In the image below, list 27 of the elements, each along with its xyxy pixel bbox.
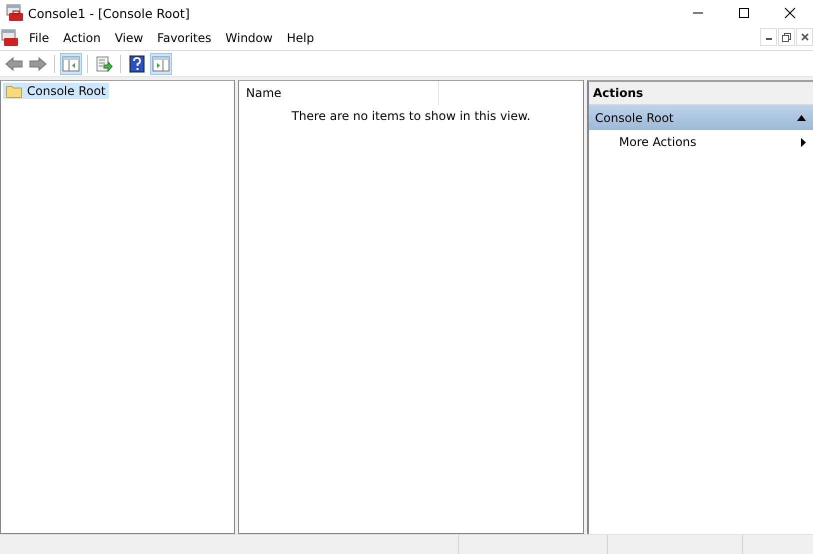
- menu-item[interactable]: Action: [56, 31, 108, 45]
- tree-toggle-button[interactable]: [60, 52, 82, 74]
- window-title: Console1 - [Console Root]: [28, 6, 190, 20]
- action-item[interactable]: More Actions: [589, 130, 813, 154]
- console-app-icon: [6, 4, 24, 22]
- menu-item[interactable]: View: [108, 31, 150, 45]
- menu-item[interactable]: File: [22, 31, 56, 45]
- action-pane-toggle-button[interactable]: [150, 52, 172, 74]
- collapse-icon: [797, 114, 806, 120]
- column-header[interactable]: Name: [239, 81, 439, 105]
- tree-item[interactable]: Console Root: [3, 83, 109, 99]
- minimize-button[interactable]: [760, 28, 777, 46]
- submenu-arrow-icon: [801, 138, 806, 146]
- close-icon: [784, 7, 796, 19]
- console-app-icon: [1, 29, 19, 47]
- menu-item[interactable]: Favorites: [150, 31, 218, 45]
- actions-section-header[interactable]: Console Root: [589, 105, 813, 130]
- restore-icon: [782, 32, 791, 42]
- close-button[interactable]: [796, 28, 813, 46]
- maximize-icon: [738, 7, 750, 19]
- actions-header: Actions: [589, 82, 813, 105]
- close-icon: [800, 33, 808, 41]
- restore-button[interactable]: [778, 28, 795, 46]
- empty-message: There are no items to show in this view.: [290, 109, 532, 123]
- menu-item[interactable]: Help: [280, 31, 322, 45]
- menu-item[interactable]: Window: [218, 31, 280, 45]
- folder-icon: [6, 84, 22, 98]
